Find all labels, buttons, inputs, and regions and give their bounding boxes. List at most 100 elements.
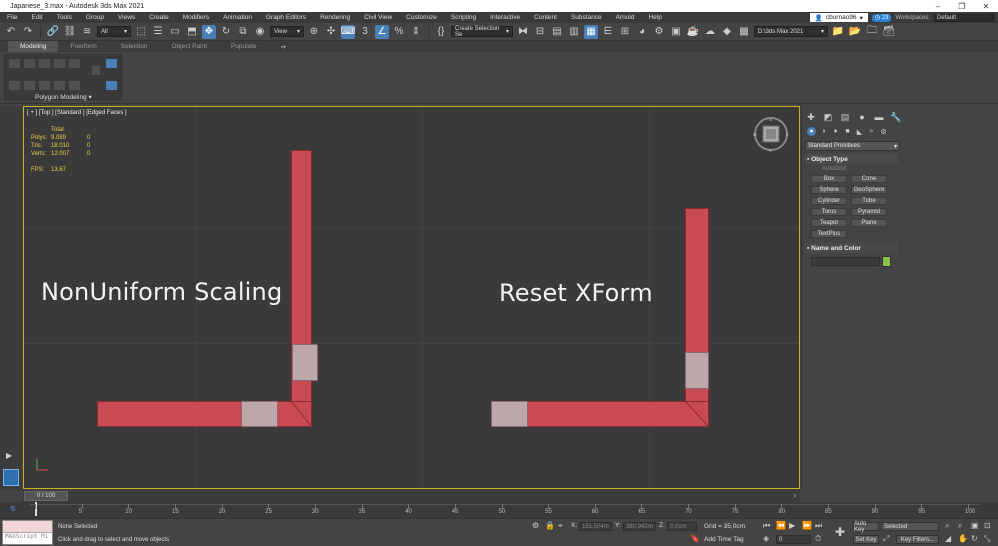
- tab-modeling[interactable]: Modeling: [8, 41, 59, 52]
- rendered-frame-window-icon[interactable]: ▣: [669, 25, 683, 39]
- zoom-all-icon[interactable]: ⌕: [958, 521, 962, 531]
- textplus-button[interactable]: TextPlus: [811, 230, 847, 238]
- time-slider[interactable]: 0 / 100 ›: [23, 490, 800, 502]
- selection-filter-select[interactable]: All ▾: [97, 26, 131, 37]
- bind-space-warp-icon[interactable]: ≋: [80, 25, 94, 39]
- menu-help[interactable]: Help: [641, 14, 668, 21]
- set-project-folder-icon[interactable]: 📂: [848, 25, 862, 39]
- tab-selection[interactable]: Selection: [109, 41, 160, 52]
- geosphere-button[interactable]: GeoSphere: [851, 186, 887, 194]
- render-in-cloud-icon[interactable]: ☁: [703, 25, 717, 39]
- modify-tab-icon[interactable]: ◩: [822, 111, 834, 123]
- box-button[interactable]: Box: [811, 175, 847, 183]
- sphere-button[interactable]: Sphere: [811, 186, 847, 194]
- schematic-view-icon[interactable]: ⊞: [618, 25, 632, 39]
- isolate-selection-icon[interactable]: ⚙: [532, 521, 539, 530]
- vertex-mode-button[interactable]: [8, 58, 21, 69]
- object-type-rollout[interactable]: ▪ Object Type: [805, 154, 898, 164]
- spinner-snap-icon[interactable]: ⇕: [409, 25, 423, 39]
- manipulate-icon[interactable]: ✣: [324, 25, 338, 39]
- plane-button[interactable]: Plane: [851, 219, 887, 227]
- maxscript-listener[interactable]: MAXScript Mi: [2, 520, 53, 545]
- geometry-icon[interactable]: ●: [807, 127, 816, 136]
- pivot-center-icon[interactable]: ⊕: [307, 25, 321, 39]
- x-coordinate-field[interactable]: 151,504m: [579, 522, 612, 531]
- material-editor-icon[interactable]: ◕: [635, 25, 649, 39]
- selection-lock-icon[interactable]: 🔒: [545, 521, 555, 530]
- helpers-icon[interactable]: ◣: [855, 127, 864, 136]
- menu-rendering[interactable]: Rendering: [313, 14, 357, 21]
- top-viewport[interactable]: [ + ] [Top ] [Standard ] [Edged Faces ] …: [23, 106, 800, 489]
- next-frame-icon[interactable]: ⏩: [802, 521, 812, 530]
- unlink-icon[interactable]: ⛓: [63, 25, 77, 39]
- previous-modifier-button[interactable]: [23, 80, 36, 91]
- keyboard-shortcut-override-icon[interactable]: ⌨: [341, 24, 355, 39]
- ignore-backfacing-button[interactable]: [105, 80, 118, 91]
- utilities-tab-icon[interactable]: 🔧: [890, 111, 902, 123]
- viewport-layout-tab[interactable]: [3, 469, 19, 486]
- lights-icon[interactable]: ♦: [831, 127, 840, 136]
- autogrid-checkbox[interactable]: AutoGrid: [822, 166, 846, 172]
- orbit-icon[interactable]: ↻: [971, 534, 978, 543]
- zoom-extents-icon[interactable]: ▣: [971, 521, 979, 530]
- mini-curve-editor-icon[interactable]: ⇅: [10, 505, 16, 513]
- reference-coordinate-select[interactable]: View ▾: [270, 26, 304, 37]
- menu-group[interactable]: Group: [79, 14, 111, 21]
- key-filters-button[interactable]: Key Filters...: [896, 535, 939, 544]
- joint-block-right-horizontal[interactable]: [491, 401, 528, 427]
- viewcube[interactable]: N W E S: [753, 116, 789, 152]
- tube-button[interactable]: Tube: [851, 197, 887, 205]
- toggle-ribbon-icon[interactable]: ▦: [584, 24, 598, 39]
- next-frame-icon[interactable]: ›: [793, 491, 796, 500]
- track-bar[interactable]: ⇅ 5 10 15 20 25 30 35 40 45 50 55 60 65 70 75 80 85 90 95 1…: [0, 502, 998, 518]
- menu-tools[interactable]: Tools: [50, 14, 79, 21]
- collapse-stack-button[interactable]: [53, 80, 66, 91]
- menu-file[interactable]: File: [0, 14, 24, 21]
- create-tab-icon[interactable]: ✚: [805, 111, 817, 123]
- link-icon[interactable]: 🔗: [46, 25, 60, 39]
- window-crossing-icon[interactable]: ⬒: [185, 25, 199, 39]
- joint-block-right-vertical[interactable]: [685, 352, 709, 389]
- ribbon-options-toggle[interactable]: ▪▾: [269, 41, 299, 52]
- tab-freeform[interactable]: Freeform: [58, 41, 108, 52]
- redo-icon[interactable]: ↷: [21, 25, 35, 39]
- minimize-button[interactable]: –: [926, 2, 950, 11]
- curve-editor-icon[interactable]: ⋿: [601, 25, 615, 39]
- maxscript-input[interactable]: MAXScript Mi: [3, 533, 52, 540]
- tab-populate[interactable]: Populate: [219, 41, 269, 52]
- zoom-extents-all-icon[interactable]: ⊡: [984, 521, 991, 530]
- modify-mode-button[interactable]: [8, 80, 21, 91]
- mirror-icon[interactable]: ⧓: [516, 25, 530, 39]
- torus-button[interactable]: Torus: [811, 208, 847, 216]
- vertical-beam-left[interactable]: [291, 150, 312, 427]
- account-dropdown[interactable]: 👤 cburnao96 ▾: [809, 13, 868, 22]
- menu-graph-editors[interactable]: Graph Editors: [259, 14, 313, 21]
- previous-frame-icon[interactable]: ⏪: [776, 521, 786, 530]
- cylinder-button[interactable]: Cylinder: [811, 197, 847, 205]
- systems-icon[interactable]: ⚙: [879, 127, 888, 136]
- hierarchy-tab-icon[interactable]: ▤: [839, 111, 851, 123]
- add-time-tag[interactable]: Add Time Tag: [704, 536, 744, 543]
- absolute-mode-icon[interactable]: ⌖: [558, 521, 563, 531]
- current-frame-field[interactable]: 0: [776, 535, 811, 544]
- toggle-layer-explorer-icon[interactable]: ▥: [567, 25, 581, 39]
- maximize-button[interactable]: ❐: [950, 2, 974, 11]
- expand-viewport-layouts-icon[interactable]: ▶: [6, 451, 12, 460]
- rectangular-selection-icon[interactable]: ▭: [168, 25, 182, 39]
- close-button[interactable]: ✕: [974, 2, 998, 11]
- menu-create[interactable]: Create: [142, 14, 176, 21]
- toggle-scene-explorer-icon[interactable]: ▤: [550, 25, 564, 39]
- joint-block-left-vertical[interactable]: [292, 344, 318, 381]
- menu-customize[interactable]: Customize: [399, 14, 444, 21]
- menu-interactive[interactable]: Interactive: [483, 14, 527, 21]
- menu-animation[interactable]: Animation: [216, 14, 259, 21]
- select-and-scale-icon[interactable]: ⧉: [236, 25, 250, 39]
- archive-icon[interactable]: 🗀: [865, 25, 879, 39]
- project-folder-select[interactable]: D:\3ds Max 2021 ▾: [754, 26, 828, 37]
- named-selection-set-select[interactable]: Create Selection Se ▾: [451, 26, 513, 38]
- menu-content[interactable]: Content: [527, 14, 564, 21]
- polygon-mode-button[interactable]: [53, 58, 66, 69]
- border-mode-button[interactable]: [38, 58, 51, 69]
- snaps-toggle-icon[interactable]: 3: [358, 25, 372, 39]
- select-object-icon[interactable]: ⬚: [134, 25, 148, 39]
